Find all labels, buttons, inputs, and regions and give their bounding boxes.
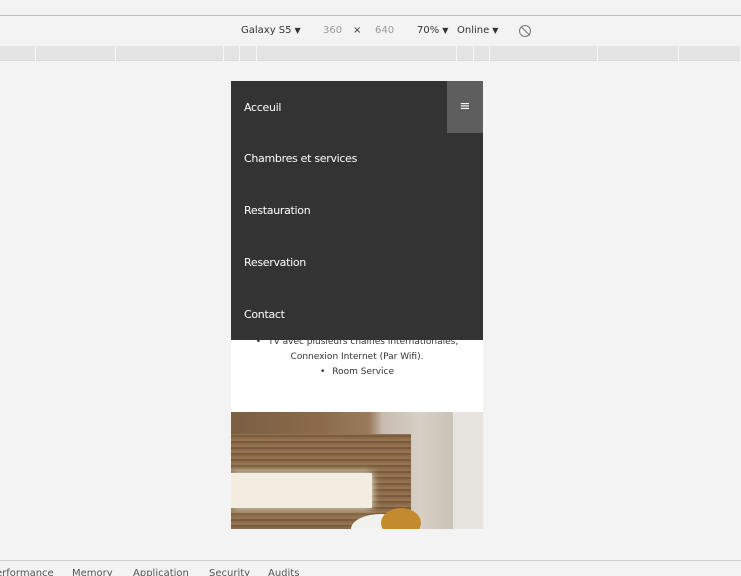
decor-object [381, 508, 421, 529]
room-photo [231, 412, 483, 529]
tab-performance[interactable]: erformance [0, 568, 54, 576]
media-query-segment[interactable] [490, 46, 598, 61]
services-list: TV avec plusieurs chaines internationale… [231, 335, 483, 380]
viewport-width-input[interactable]: 360 [323, 25, 342, 36]
network-select[interactable]: Online ▼ [457, 25, 498, 36]
list-item: Room Service [231, 365, 483, 380]
device-name: Galaxy S5 [241, 25, 292, 36]
list-item-continuation: Connexion Internet (Par Wifi). [290, 352, 424, 362]
device-toolbar: Galaxy S5 ▼ 360 × 640 70% ▼ Online ▼ [0, 17, 741, 46]
nav-item-restauration[interactable]: Restauration [244, 204, 311, 217]
tab-security[interactable]: Security [209, 568, 250, 576]
device-caret-icon: ▼ [294, 26, 301, 35]
media-query-segment[interactable] [224, 46, 240, 61]
devtools-panel-tabs: erformance Memory Application Security A… [0, 560, 741, 576]
mobile-nav-menu: Acceuil Chambres et services Restauratio… [231, 81, 483, 340]
media-query-segment[interactable] [116, 46, 224, 61]
zoom-select[interactable]: 70% ▼ [417, 25, 448, 36]
nav-item-contact[interactable]: Contact [244, 308, 285, 321]
menu-toggle-icon[interactable]: ≡ [447, 81, 483, 133]
media-query-bar[interactable] [0, 46, 741, 61]
room-wall [453, 412, 483, 529]
device-select[interactable]: Galaxy S5 ▼ [241, 25, 301, 36]
media-query-segment[interactable] [0, 46, 36, 61]
zoom-caret-icon: ▼ [442, 26, 449, 35]
nav-item-reservation[interactable]: Reservation [244, 256, 306, 269]
media-query-segment[interactable] [679, 46, 741, 61]
dimension-separator: × [353, 25, 362, 36]
viewport-height-input[interactable]: 640 [375, 25, 394, 36]
tab-application[interactable]: Application [133, 568, 189, 576]
media-query-segment[interactable] [36, 46, 116, 61]
network-caret-icon: ▼ [492, 26, 499, 35]
media-query-segment[interactable] [474, 46, 490, 61]
headboard-light [231, 473, 372, 508]
network-value: Online [457, 25, 490, 36]
nav-item-acceuil[interactable]: Acceuil [244, 101, 281, 114]
nav-item-chambres[interactable]: Chambres et services [244, 152, 357, 165]
media-query-segment[interactable] [257, 46, 457, 61]
media-query-segment[interactable] [598, 46, 679, 61]
no-throttling-icon[interactable] [519, 25, 531, 37]
media-query-segment[interactable] [457, 46, 474, 61]
media-query-segment[interactable] [240, 46, 257, 61]
tab-audits[interactable]: Audits [268, 568, 299, 576]
tab-memory[interactable]: Memory [72, 568, 113, 576]
zoom-value: 70% [417, 25, 440, 36]
devtools-top-border [0, 0, 741, 16]
device-viewport[interactable]: TV avec plusieurs chaines internationale… [231, 81, 483, 529]
